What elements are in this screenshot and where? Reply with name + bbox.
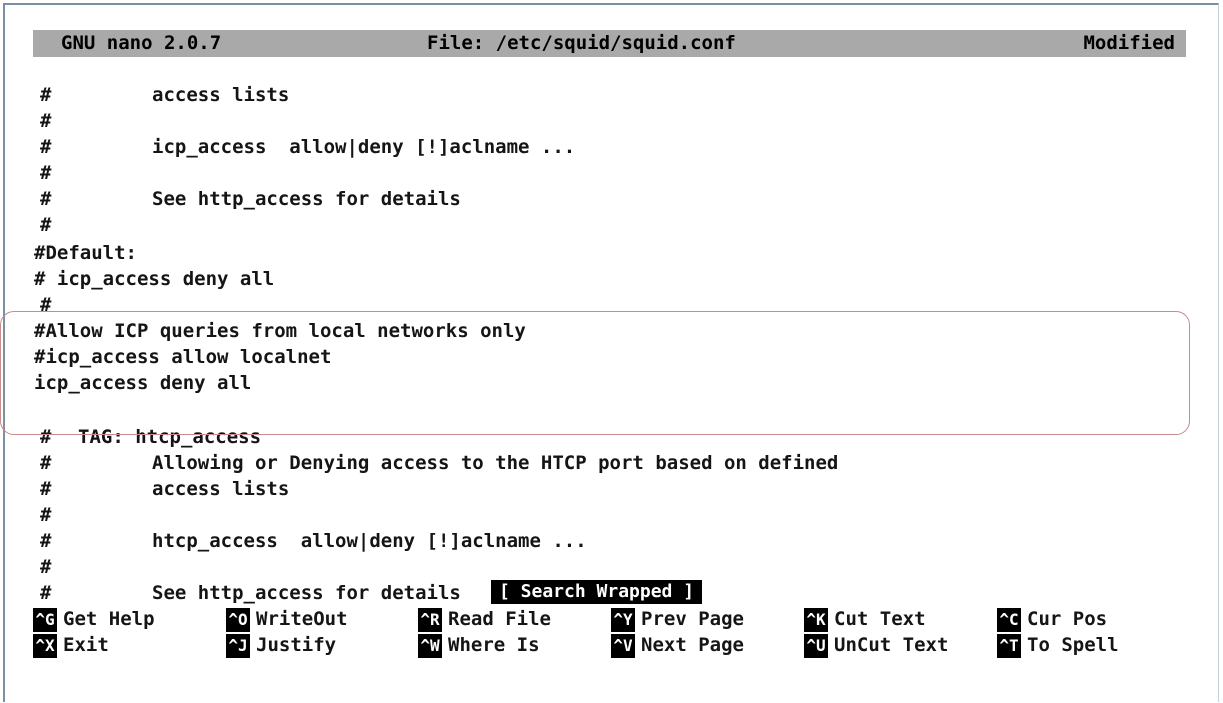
line-text: See http_access for details — [152, 582, 461, 604]
shortcut-label: Get Help — [63, 608, 155, 630]
shortcut-key: ^O — [226, 607, 250, 632]
shortcut-label: To Spell — [1027, 634, 1119, 656]
shortcut-label: Justify — [256, 634, 337, 656]
shortcut-uncut-text[interactable]: ^U UnCut Text — [804, 632, 948, 658]
modified-indicator: Modified — [1083, 32, 1175, 54]
shortcut-get-help[interactable]: ^G Get Help — [33, 606, 155, 632]
comment-marker: # — [40, 504, 52, 526]
line-text: # icp_access deny all — [34, 268, 275, 290]
shortcut-label: Where Is — [448, 634, 540, 656]
line-text: Allowing or Denying access to the HTCP p… — [152, 452, 839, 474]
shortcut-exit[interactable]: ^X Exit — [33, 632, 109, 658]
line-text: access lists — [152, 478, 290, 500]
shortcut-label: UnCut Text — [834, 634, 949, 656]
comment-marker: # — [40, 582, 52, 604]
shortcut-label: Cur Pos — [1027, 608, 1108, 630]
comment-marker: # — [40, 162, 52, 184]
shortcut-cur-pos[interactable]: ^C Cur Pos — [997, 606, 1107, 632]
line-text: access lists — [152, 84, 290, 106]
shortcut-where-is[interactable]: ^W Where Is — [418, 632, 540, 658]
shortcut-label: Next Page — [641, 634, 744, 656]
file-name: File: /etc/squid/squid.conf — [427, 32, 736, 54]
comment-marker: # — [40, 452, 52, 474]
shortcut-key: ^T — [997, 633, 1021, 658]
shortcut-to-spell[interactable]: ^T To Spell — [997, 632, 1119, 658]
shortcut-key: ^X — [33, 633, 57, 658]
shortcut-key: ^W — [418, 633, 442, 658]
shortcut-key: ^J — [226, 633, 250, 658]
line-text: #Default: — [34, 242, 137, 264]
comment-marker: # — [40, 136, 52, 158]
highlight-annotation — [0, 311, 1190, 435]
comment-marker: # — [40, 556, 52, 578]
shortcut-label: Exit — [63, 634, 109, 656]
comment-marker: # — [40, 84, 52, 106]
comment-marker: # — [40, 214, 52, 236]
nano-title-bar: GNU nano 2.0.7 File: /etc/squid/squid.co… — [33, 30, 1186, 57]
status-message: [ Search Wrapped ] — [491, 580, 703, 604]
comment-marker: # — [40, 530, 52, 552]
line-text: See http_access for details — [152, 188, 461, 210]
shortcut-cut-text[interactable]: ^K Cut Text — [804, 606, 926, 632]
shortcut-key: ^U — [804, 633, 828, 658]
comment-marker: # — [40, 478, 52, 500]
shortcut-read-file[interactable]: ^R Read File — [418, 606, 551, 632]
shortcut-justify[interactable]: ^J Justify — [226, 632, 336, 658]
comment-marker: # — [40, 188, 52, 210]
shortcut-label: Prev Page — [641, 608, 744, 630]
shortcut-writeout[interactable]: ^O WriteOut — [226, 606, 348, 632]
editor-version: GNU nano 2.0.7 — [61, 32, 222, 54]
shortcut-key: ^C — [997, 607, 1021, 632]
shortcut-next-page[interactable]: ^V Next Page — [611, 632, 744, 658]
line-text: icp_access allow|deny [!]aclname ... — [152, 136, 576, 158]
shortcut-label: WriteOut — [256, 608, 348, 630]
shortcut-key: ^V — [611, 633, 635, 658]
comment-marker: # — [40, 110, 52, 132]
shortcut-key: ^Y — [611, 607, 635, 632]
shortcut-key: ^G — [33, 607, 57, 632]
shortcut-key: ^R — [418, 607, 442, 632]
shortcut-prev-page[interactable]: ^Y Prev Page — [611, 606, 744, 632]
shortcut-label: Cut Text — [834, 608, 926, 630]
shortcut-key: ^K — [804, 607, 828, 632]
line-text: htcp_access allow|deny [!]aclname ... — [152, 530, 587, 552]
shortcut-label: Read File — [448, 608, 551, 630]
